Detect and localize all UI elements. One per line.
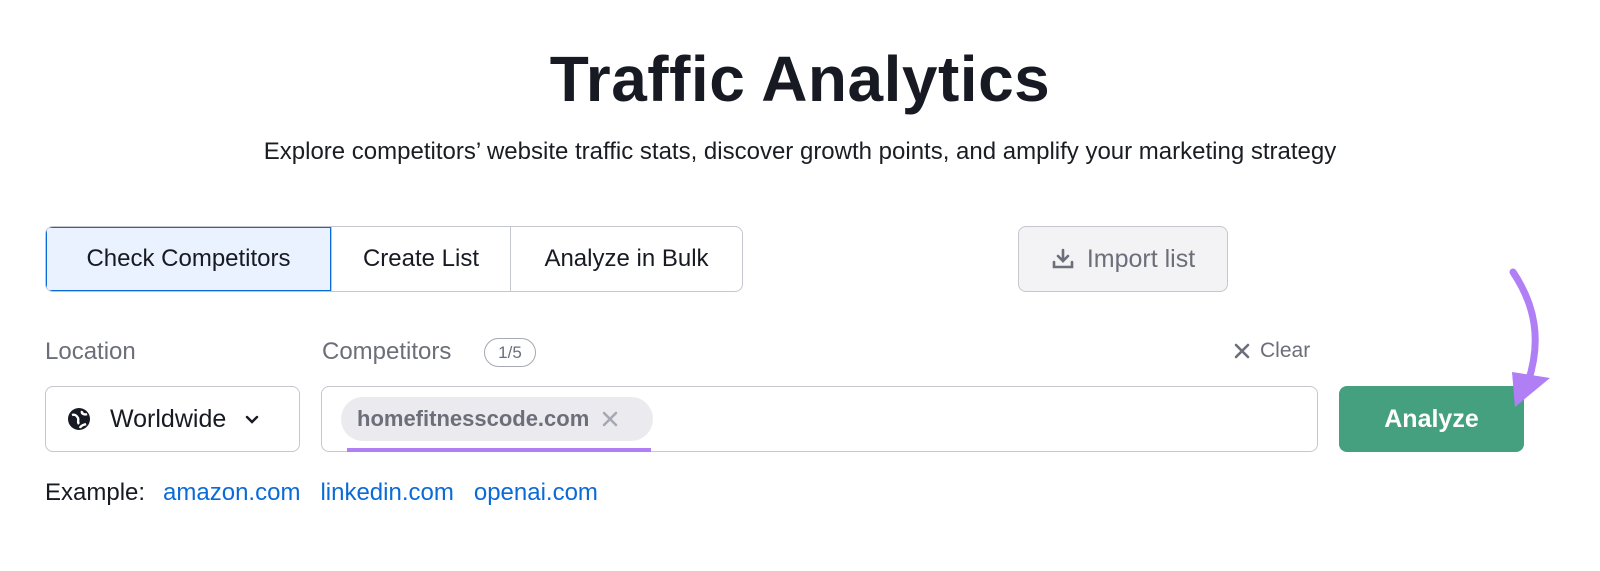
close-icon: [1234, 343, 1250, 359]
annotation-arrow-icon: [1509, 268, 1550, 407]
tab-analyze-in-bulk[interactable]: Analyze in Bulk: [511, 227, 742, 291]
import-list-button[interactable]: Import list: [1018, 226, 1228, 292]
competitors-label: Competitors: [322, 338, 452, 365]
location-value: Worldwide: [110, 404, 227, 433]
tab-create-list[interactable]: Create List: [332, 227, 511, 291]
annotation-underline: [347, 448, 651, 452]
tab-check-competitors[interactable]: Check Competitors: [46, 227, 332, 291]
clear-button[interactable]: Clear: [1234, 339, 1310, 363]
example-link-amazon[interactable]: amazon.com: [163, 479, 300, 507]
competitors-count-badge: 1/5: [484, 338, 536, 367]
download-icon: [1052, 248, 1074, 269]
clear-label: Clear: [1260, 339, 1311, 362]
location-label: Location: [45, 338, 136, 365]
globe-icon: [68, 408, 90, 430]
competitor-chip-label: homefitnesscode.com: [357, 406, 590, 431]
page-title: Traffic Analytics: [549, 43, 1051, 115]
remove-chip-icon[interactable]: [601, 410, 619, 428]
example-row: Example: amazon.com linkedin.com openai.…: [45, 479, 598, 507]
import-list-label: Import list: [1086, 244, 1196, 273]
example-link-linkedin[interactable]: linkedin.com: [320, 479, 453, 507]
competitor-chip: homefitnesscode.com: [341, 397, 653, 441]
example-link-openai[interactable]: openai.com: [474, 479, 598, 507]
example-label: Example:: [45, 479, 146, 506]
location-select[interactable]: Worldwide: [45, 386, 300, 452]
page-subtitle: Explore competitors’ website traffic sta…: [263, 138, 1337, 165]
mode-tabs: Check Competitors Create List Analyze in…: [45, 226, 743, 292]
chevron-down-icon: [246, 415, 259, 424]
